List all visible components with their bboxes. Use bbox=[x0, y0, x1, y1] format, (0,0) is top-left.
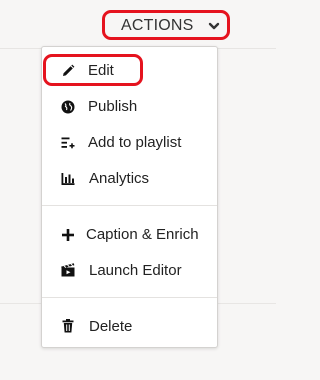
menu-item-label: Delete bbox=[89, 318, 133, 335]
actions-button[interactable]: ACTIONS bbox=[102, 10, 230, 40]
pencil-icon bbox=[63, 64, 75, 76]
bar-chart-icon bbox=[61, 173, 75, 185]
plus-icon bbox=[62, 229, 74, 241]
actions-dropdown-menu: Edit Publish Add to playlist Analytics C… bbox=[41, 46, 218, 348]
menu-item-add-to-playlist[interactable]: Add to playlist bbox=[42, 126, 217, 160]
clapperboard-icon bbox=[61, 263, 75, 277]
menu-item-launch-editor[interactable]: Launch Editor bbox=[42, 254, 217, 288]
chevron-down-icon bbox=[208, 22, 220, 30]
menu-divider bbox=[42, 297, 217, 298]
trash-icon bbox=[62, 319, 74, 333]
menu-item-label: Edit bbox=[88, 62, 114, 79]
menu-item-label: Add to playlist bbox=[88, 134, 182, 151]
actions-label: ACTIONS bbox=[121, 17, 194, 34]
menu-item-label: Launch Editor bbox=[89, 262, 182, 279]
menu-item-analytics[interactable]: Analytics bbox=[42, 162, 217, 196]
menu-item-caption-enrich[interactable]: Caption & Enrich bbox=[42, 218, 217, 252]
menu-item-delete[interactable]: Delete bbox=[42, 310, 217, 344]
menu-divider bbox=[42, 205, 217, 206]
globe-icon bbox=[61, 100, 75, 114]
playlist-add-icon bbox=[61, 137, 75, 149]
menu-item-edit[interactable]: Edit bbox=[42, 54, 217, 88]
menu-item-label: Analytics bbox=[89, 170, 150, 187]
menu-item-label: Publish bbox=[88, 98, 138, 115]
menu-item-label: Caption & Enrich bbox=[86, 226, 199, 243]
menu-item-publish[interactable]: Publish bbox=[42, 90, 217, 124]
